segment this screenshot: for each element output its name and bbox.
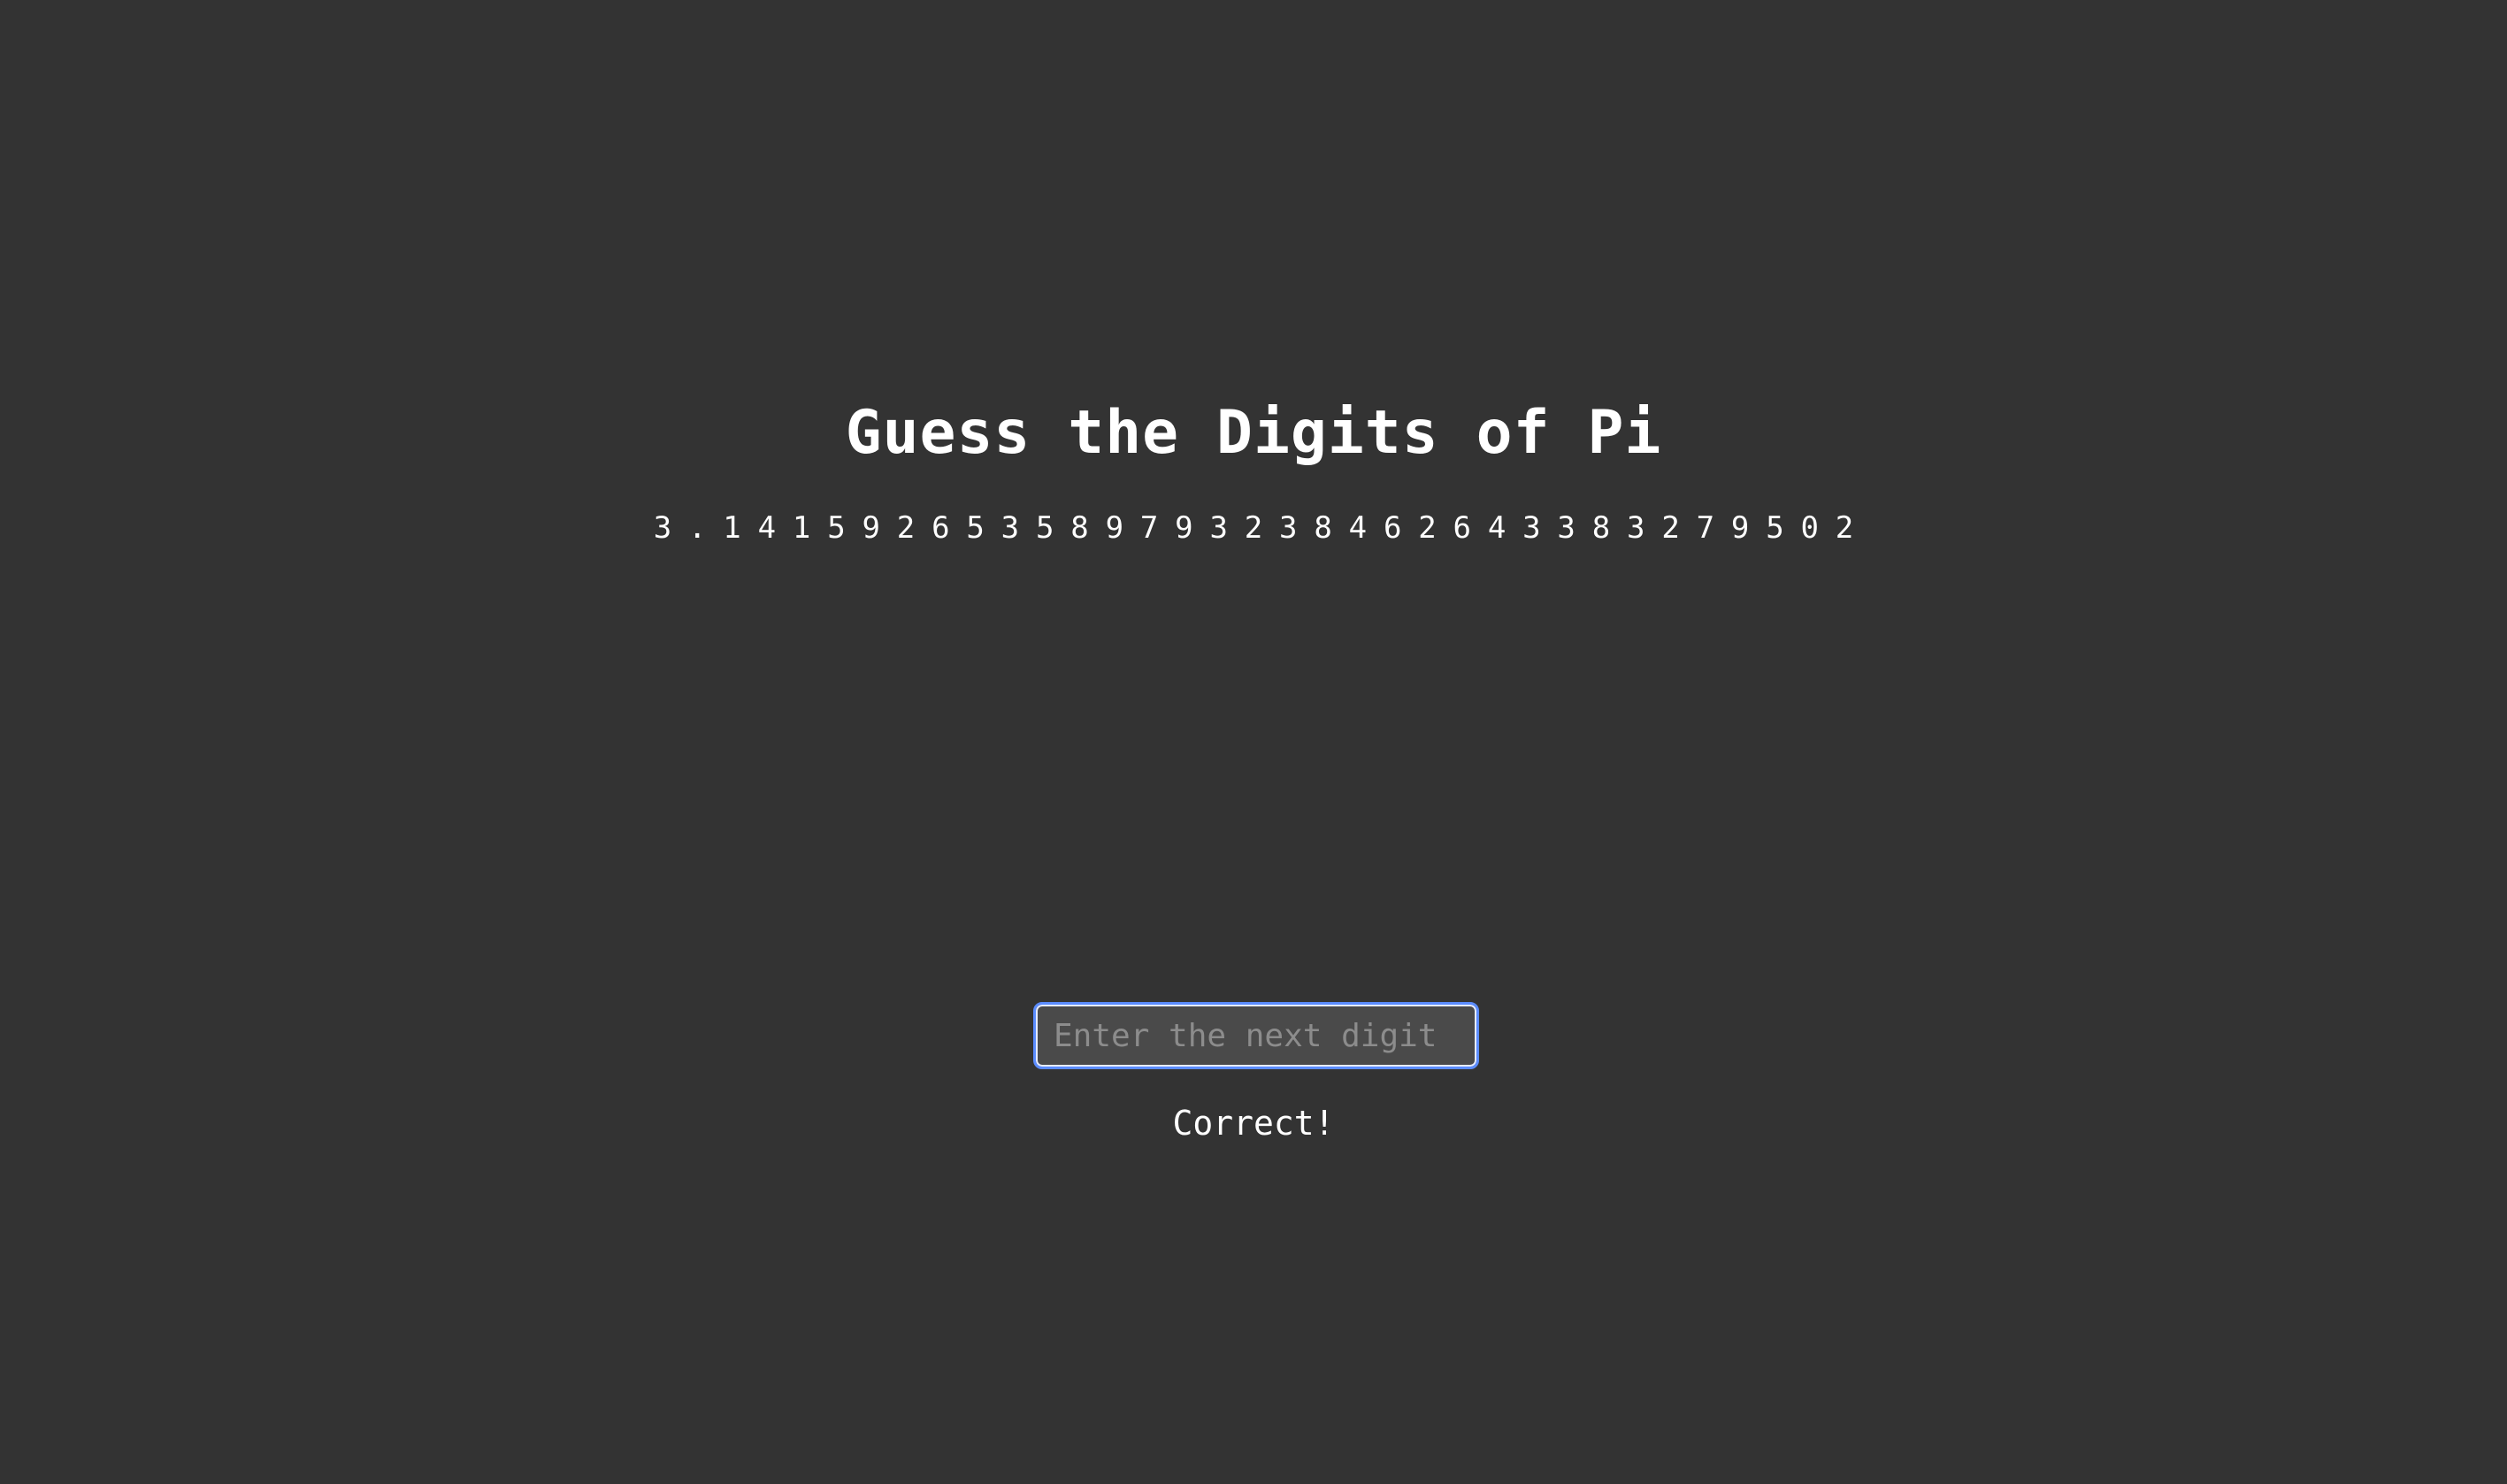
pi-digit: 5 <box>1035 510 1054 546</box>
pi-digit: 3 <box>1627 510 1645 546</box>
pi-digit: 7 <box>1696 510 1715 546</box>
next-digit-input[interactable] <box>1036 1005 1476 1067</box>
pi-digit: 2 <box>1661 510 1680 546</box>
pi-digit: 6 <box>932 510 950 546</box>
pi-digit: 6 <box>1453 510 1472 546</box>
pi-digit: 4 <box>1348 510 1368 546</box>
pi-digit: 3 <box>1522 510 1541 546</box>
pi-digit: 6 <box>1383 510 1402 546</box>
pi-digit: 9 <box>862 510 880 546</box>
pi-digit: 8 <box>1314 510 1332 546</box>
pi-digit: 2 <box>896 510 916 546</box>
pi-digit: 1 <box>723 510 741 546</box>
pi-digit: 3 <box>1279 510 1298 546</box>
pi-digit: 2 <box>1244 510 1263 546</box>
pi-digit: 2 <box>1418 510 1437 546</box>
pi-digit: 0 <box>1800 510 1819 546</box>
game-title: Guess the Digits of Pi <box>845 398 1662 468</box>
pi-digit: 8 <box>1070 510 1089 546</box>
pi-digit: 4 <box>1487 510 1506 546</box>
pi-digit: 3 <box>1557 510 1576 546</box>
pi-digit: 4 <box>757 510 777 546</box>
pi-digit: 9 <box>1175 510 1193 546</box>
pi-digit: 7 <box>1139 510 1159 546</box>
decimal-point: . <box>688 510 707 546</box>
pi-digit: 5 <box>966 510 985 546</box>
feedback-message: Correct! <box>1172 1104 1335 1143</box>
pi-digit: 5 <box>1766 510 1784 546</box>
pi-digit: 3 <box>1209 510 1228 546</box>
guess-input-container <box>1033 1002 1479 1069</box>
pi-digits-sequence: 3.141592653589793238462643383279502 <box>0 506 2507 550</box>
pi-digit: 9 <box>1730 510 1750 546</box>
pi-digit: 2 <box>1835 510 1854 546</box>
pi-digit: 1 <box>792 510 811 546</box>
pi-digit: 8 <box>1591 510 1611 546</box>
pi-digit: 5 <box>827 510 846 546</box>
pi-digit: 3 <box>1000 510 1020 546</box>
pi-digit: 9 <box>1105 510 1124 546</box>
pi-digit: 3 <box>653 510 672 546</box>
